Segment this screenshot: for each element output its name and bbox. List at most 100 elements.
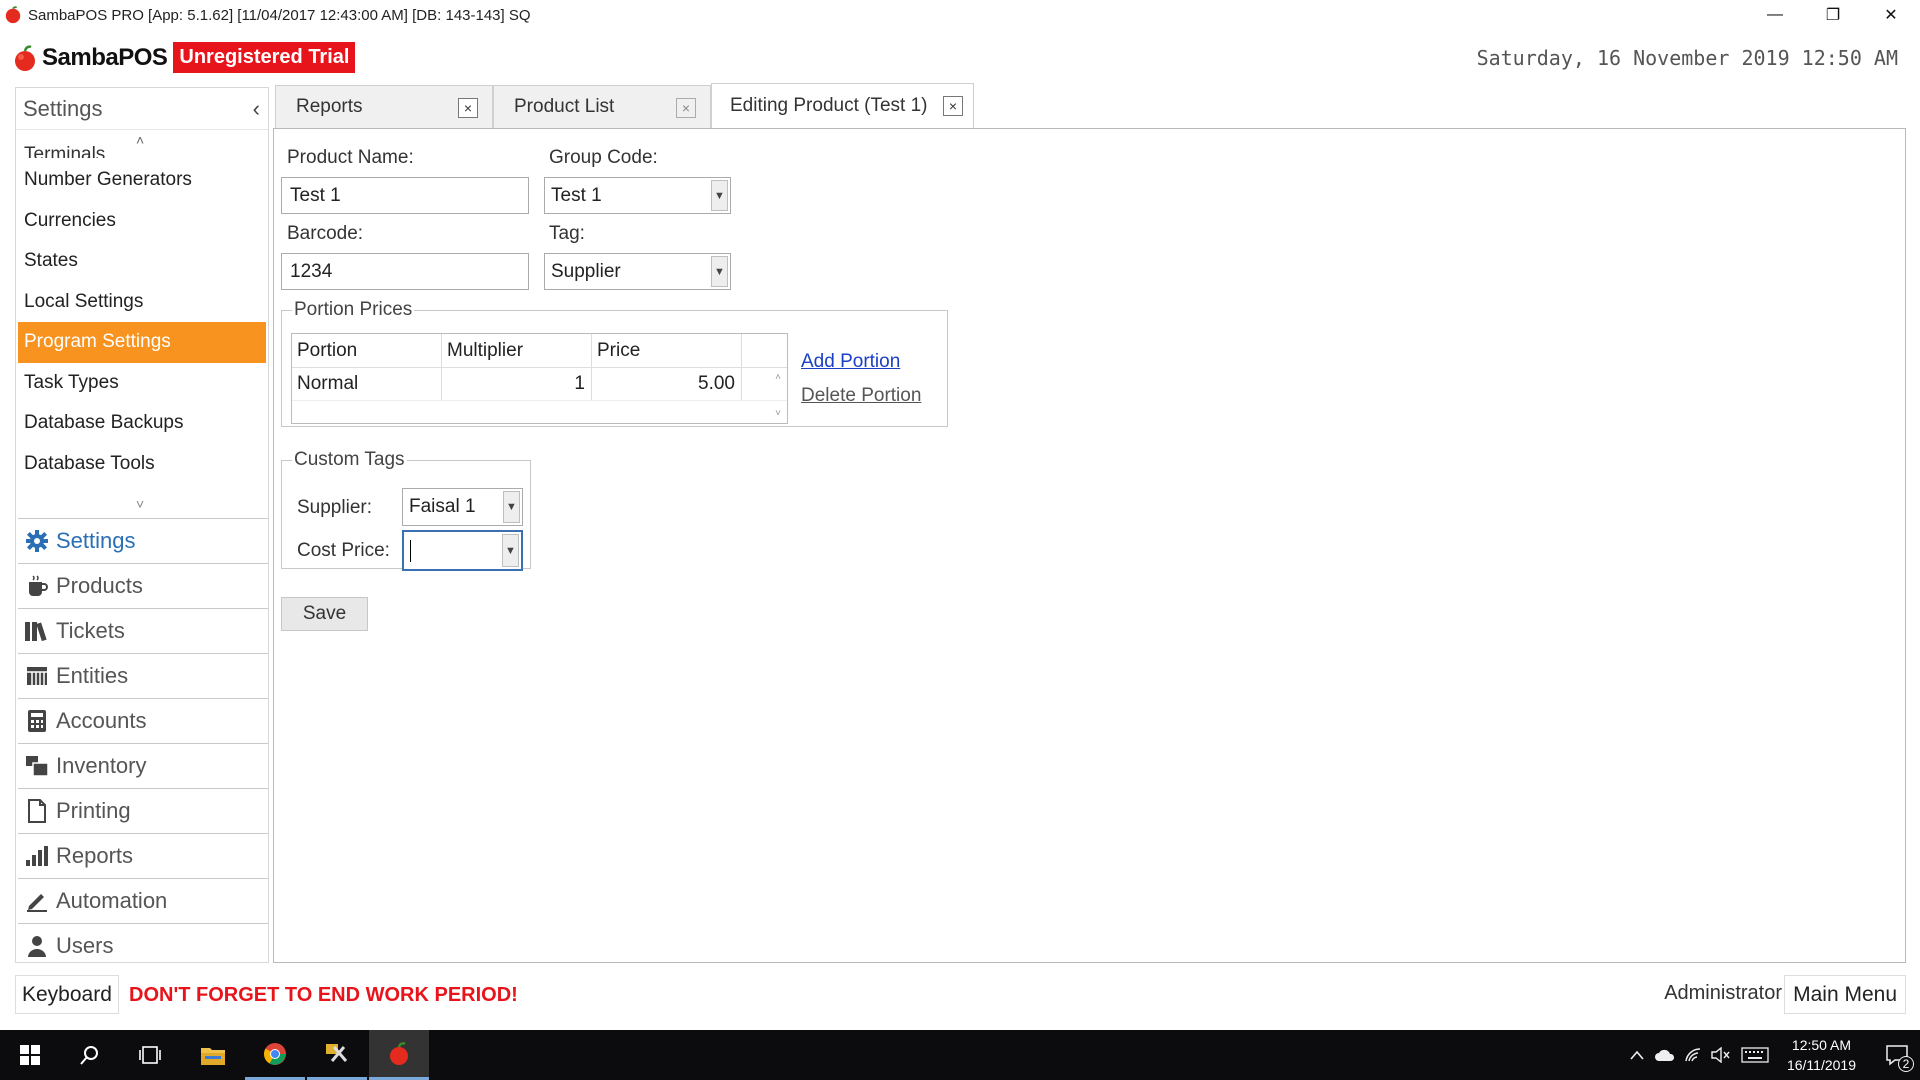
close-tab-icon[interactable]: ×: [943, 96, 963, 116]
cost-price-label: Cost Price:: [297, 540, 390, 561]
column-header-price[interactable]: Price: [592, 334, 742, 367]
custom-tags-legend: Custom Tags: [294, 449, 405, 470]
apple-logo-icon: [15, 44, 35, 71]
speaker-muted-icon[interactable]: [1707, 1030, 1735, 1080]
barcode-label: Barcode:: [287, 223, 364, 244]
grid-scrollbar[interactable]: ˄ ˅: [769, 368, 787, 423]
wifi-icon[interactable]: [1679, 1030, 1707, 1080]
task-view-icon[interactable]: [120, 1030, 180, 1080]
file-explorer-icon[interactable]: [183, 1030, 243, 1080]
barcode-input[interactable]: 1234: [281, 253, 529, 290]
product-name-label: Product Name:: [287, 147, 414, 168]
sidebar-item-program-settings[interactable]: Program Settings: [18, 322, 266, 363]
supplier-combo[interactable]: Faisal 1 ▼: [402, 488, 523, 526]
nav-tickets[interactable]: Tickets: [18, 608, 268, 653]
collapse-sidebar-icon[interactable]: ‹: [253, 96, 260, 122]
sidebar-item-currencies[interactable]: Currencies: [16, 201, 268, 242]
close-button[interactable]: ✕: [1862, 0, 1920, 30]
column-header-multiplier[interactable]: Multiplier: [442, 334, 592, 367]
sidebar-item-database-tools[interactable]: Database Tools: [16, 444, 268, 485]
chevron-down-icon[interactable]: ▼: [711, 180, 728, 211]
sidebar-title: Settings: [23, 95, 103, 121]
keyboard-button[interactable]: Keyboard: [15, 975, 119, 1014]
nav-accounts[interactable]: Accounts: [18, 698, 268, 743]
coffee-cup-icon: [22, 574, 52, 598]
scroll-up-icon[interactable]: ˄: [775, 372, 781, 383]
add-portion-link[interactable]: Add Portion: [801, 351, 900, 373]
close-tab-icon[interactable]: ×: [676, 98, 696, 118]
window-title: SambaPOS PRO [App: 5.1.62] [11/04/2017 1…: [28, 6, 531, 24]
bar-chart-icon: [22, 845, 52, 867]
document-icon: [22, 799, 52, 823]
clock-time: 12:50 AM: [1791, 1037, 1852, 1053]
sidebar-item-states[interactable]: States: [16, 241, 268, 282]
taskbar-clock[interactable]: 12:50 AM 16/11/2019: [1787, 1035, 1856, 1075]
nav-products[interactable]: Products: [18, 563, 268, 608]
nav-printing[interactable]: Printing: [18, 788, 268, 833]
search-icon[interactable]: [60, 1030, 120, 1080]
sidebar-item-task-types[interactable]: Task Types: [16, 363, 268, 404]
status-footer: Keyboard DON'T FORGET TO END WORK PERIOD…: [0, 975, 1920, 1015]
windows-start-icon[interactable]: [0, 1030, 60, 1080]
chevron-down-icon[interactable]: ▼: [503, 491, 520, 523]
nav-settings[interactable]: Settings: [18, 518, 268, 563]
nav-label: Tickets: [56, 618, 125, 643]
minimize-button[interactable]: —: [1746, 0, 1804, 30]
delete-portion-link[interactable]: Delete Portion: [801, 385, 921, 407]
nav-label: Printing: [56, 798, 131, 823]
action-center-icon[interactable]: 2: [1874, 1030, 1920, 1080]
chevron-down-icon[interactable]: ▼: [711, 256, 728, 287]
nav-users[interactable]: Users: [18, 923, 268, 968]
sidebar-item-number-generators[interactable]: Number Generators: [16, 160, 268, 201]
tab-reports[interactable]: Reports ×: [275, 85, 493, 129]
close-tab-icon[interactable]: ×: [458, 98, 478, 118]
pen-icon: [22, 890, 52, 912]
nav-inventory[interactable]: Inventory: [18, 743, 268, 788]
chevron-up-icon[interactable]: [1623, 1030, 1651, 1080]
tag-label: Tag:: [549, 223, 585, 244]
scroll-down-icon[interactable]: ˅: [775, 408, 781, 419]
sidebar-item-terminals[interactable]: Terminals: [16, 138, 268, 158]
product-name-input[interactable]: Test 1: [281, 177, 529, 214]
sidebar-item-database-backups[interactable]: Database Backups: [16, 403, 268, 444]
tab-product-list[interactable]: Product List ×: [493, 85, 711, 129]
nav-entities[interactable]: Entities: [18, 653, 268, 698]
sidebar-item-local-settings[interactable]: Local Settings: [16, 282, 268, 323]
sambapos-taskbar-icon[interactable]: [369, 1030, 429, 1080]
tag-value: Supplier: [551, 260, 621, 282]
chevron-down-icon[interactable]: ▼: [502, 534, 519, 567]
nav-automation[interactable]: Automation: [18, 878, 268, 923]
header-datetime: Saturday, 16 November 2019 12:50 AM: [1476, 46, 1898, 70]
brand-name: SambaPOS: [42, 43, 168, 71]
clock-date: 16/11/2019: [1786, 1057, 1856, 1073]
cell-portion[interactable]: Normal: [292, 368, 442, 400]
tab-label: Product List: [514, 96, 615, 117]
cost-price-combo[interactable]: ▼: [402, 530, 523, 571]
books-icon: [22, 620, 52, 642]
tools-app-icon[interactable]: [307, 1030, 367, 1080]
keyboard-icon[interactable]: [1735, 1030, 1775, 1080]
table-row[interactable]: Normal 1 5.00: [292, 368, 787, 401]
nav-reports[interactable]: Reports: [18, 833, 268, 878]
supplier-label: Supplier:: [297, 497, 372, 518]
notification-count-badge: 2: [1898, 1056, 1914, 1072]
nav-label: Settings: [56, 528, 136, 553]
nav-label: Automation: [56, 888, 168, 913]
main-menu-button[interactable]: Main Menu: [1784, 975, 1906, 1014]
column-header-portion[interactable]: Portion: [292, 334, 442, 367]
group-code-combo[interactable]: Test 1 ▼: [544, 177, 731, 214]
sambapos-logo: SambaPOS Unregistered Trial: [12, 42, 356, 73]
group-code-label: Group Code:: [549, 147, 658, 168]
cell-multiplier[interactable]: 1: [442, 368, 592, 400]
tab-label: Reports: [296, 96, 363, 117]
tag-combo[interactable]: Supplier ▼: [544, 253, 731, 290]
chrome-icon[interactable]: [245, 1030, 305, 1080]
portion-prices-grid: Portion Multiplier Price Normal 1 5.00 ˄…: [291, 333, 788, 424]
cell-price[interactable]: 5.00: [592, 368, 742, 400]
onedrive-cloud-icon[interactable]: [1651, 1030, 1679, 1080]
supplier-value: Faisal 1: [409, 496, 476, 517]
scroll-down-icon[interactable]: ˅: [136, 496, 144, 512]
tab-editing-product[interactable]: Editing Product (Test 1) ×: [711, 83, 974, 129]
restore-button[interactable]: ❐: [1804, 0, 1862, 30]
save-button[interactable]: Save: [281, 597, 368, 631]
